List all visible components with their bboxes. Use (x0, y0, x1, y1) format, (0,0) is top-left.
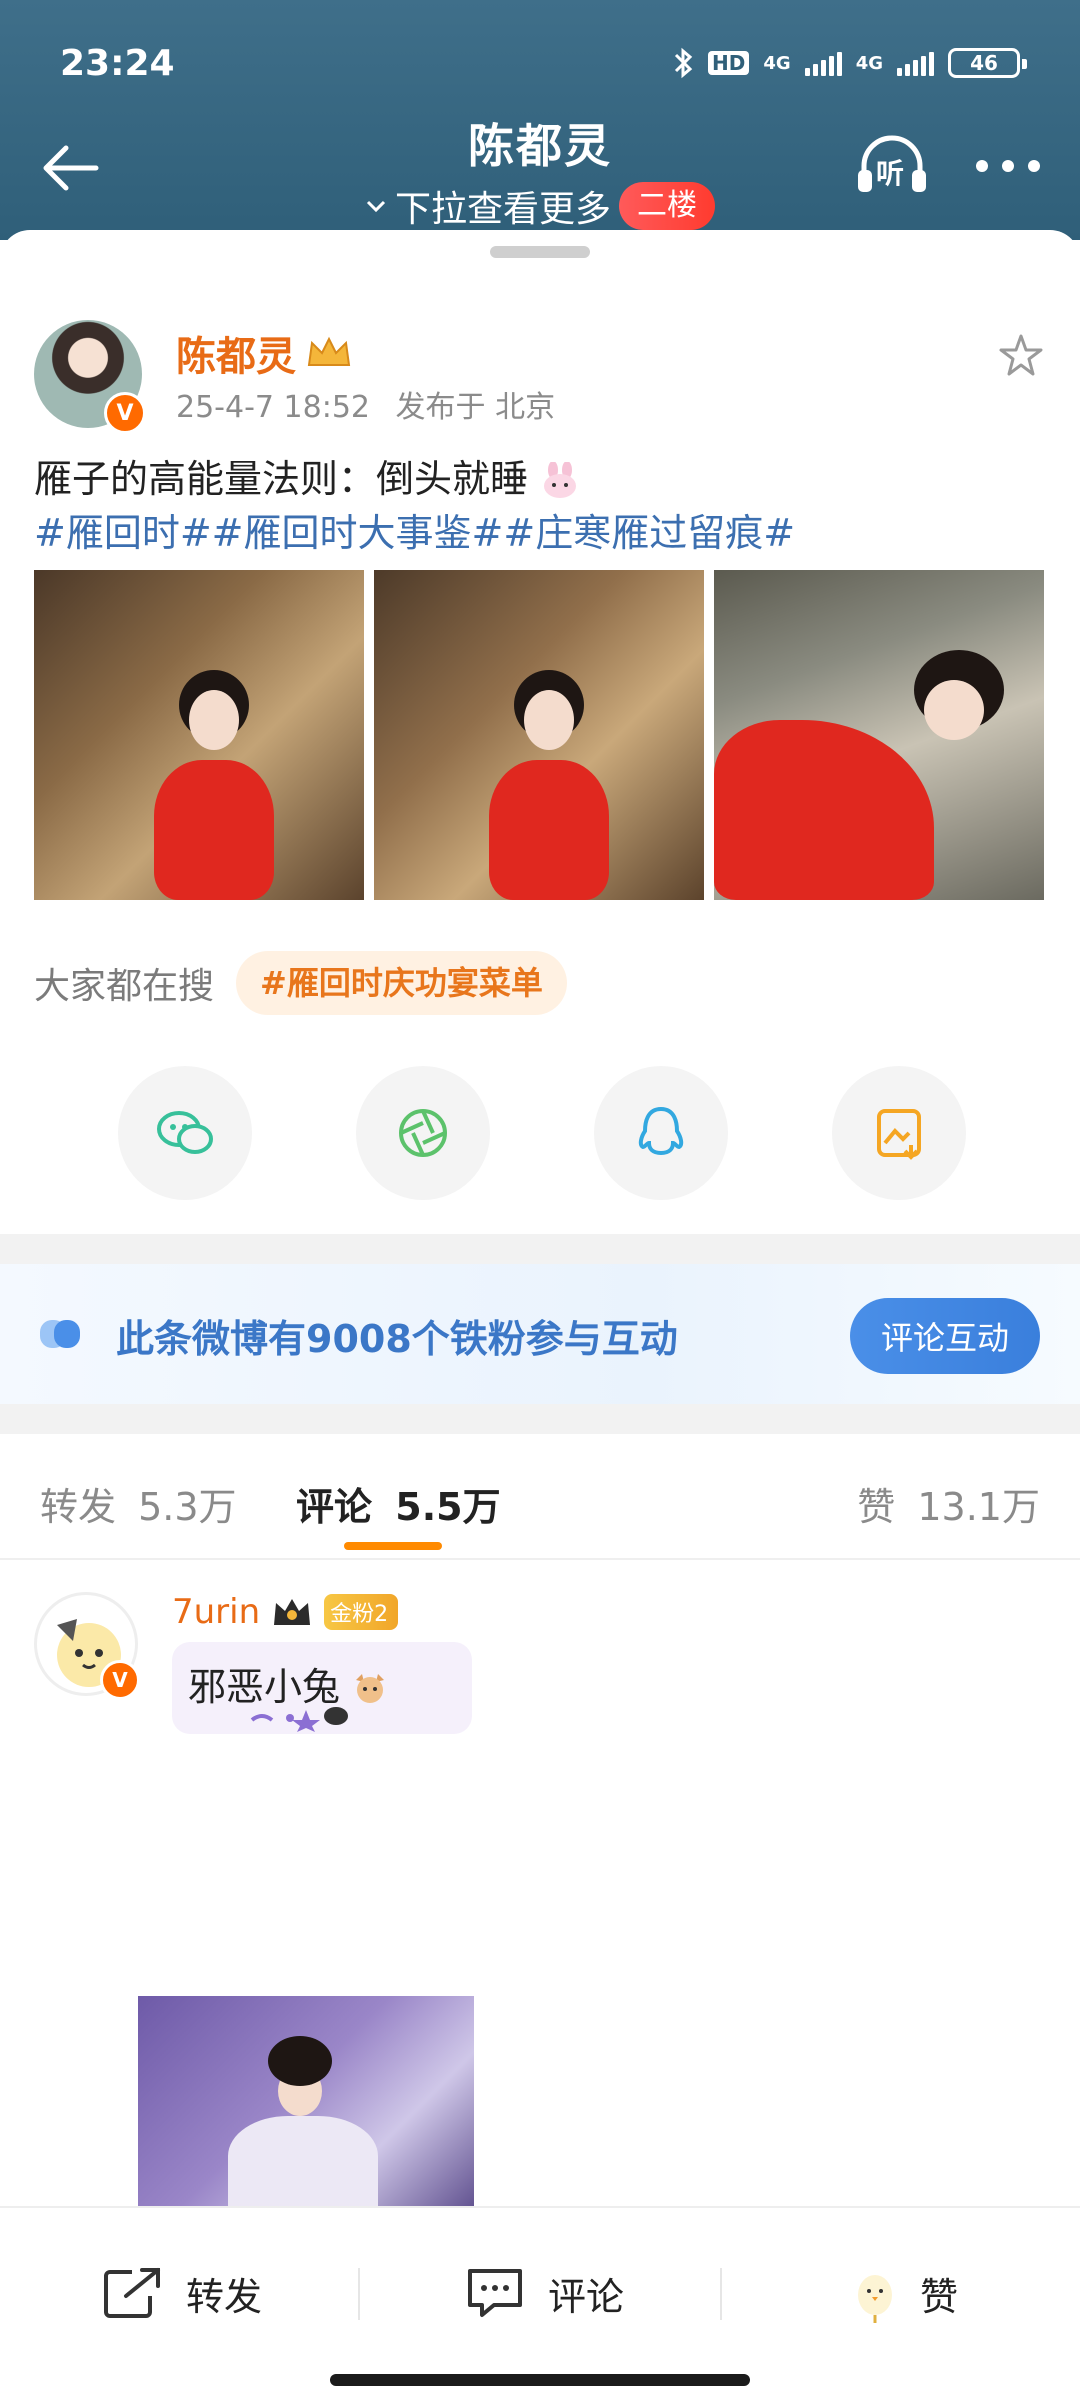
commenter-name[interactable]: 7urin (172, 1592, 260, 1632)
trending-search-row: 大家都在搜 #雁回时庆功宴菜单 (34, 948, 1046, 1018)
post-meta: 25-4-7 18:52 发布于 北京 (176, 382, 555, 426)
signal-icon-1 (804, 50, 842, 76)
author-name-row[interactable]: 陈都灵 (176, 324, 354, 382)
trending-topic-pill[interactable]: #雁回时庆功宴菜单 (236, 951, 567, 1015)
top-header: 23:24 HD 4G 4G 46 陈都灵 下拉查看更多 二楼 听 (0, 0, 1080, 240)
repost-label: 转发 (186, 2274, 263, 2319)
post-header: V 陈都灵 25-4-7 18:52 发布于 北京 (34, 320, 1046, 440)
save-image-icon (877, 1109, 921, 1160)
favorite-star-icon[interactable] (996, 330, 1046, 380)
comment-image[interactable] (138, 1996, 474, 2220)
share-qq-button[interactable] (594, 1066, 728, 1200)
post-text: 雁子的高能量法则：倒头就睡 (34, 457, 529, 501)
fans-icon (40, 1320, 80, 1348)
battery-icon: 46 (948, 48, 1027, 78)
bunny-emoji-icon (544, 462, 577, 498)
tab-comment[interactable]: 评论 5.5万 (296, 1476, 501, 1531)
divider (358, 2268, 360, 2320)
chevron-down-icon (366, 200, 386, 213)
status-time: 23:24 (60, 42, 175, 84)
crown-icon (274, 1599, 311, 1625)
interaction-tabs: 转发 5.3万 评论 5.5万 赞 13.1万 (0, 1434, 1080, 1560)
trending-label: 大家都在搜 (34, 966, 215, 1007)
content-sheet: V 陈都灵 25-4-7 18:52 发布于 北京 雁子的高能量法则：倒头就睡 … (0, 230, 1080, 2400)
post-photo[interactable] (714, 570, 1044, 900)
like-button[interactable]: 赞 (852, 2258, 958, 2328)
divider (720, 2268, 722, 2320)
comment-interact-button[interactable]: 评论互动 (850, 1298, 1040, 1374)
post-photo[interactable] (34, 570, 364, 900)
comment-label: 评论 (548, 2274, 625, 2319)
home-indicator[interactable] (330, 2374, 750, 2386)
fans-interaction-card: 此条微博有9008个铁粉参与互动 评论互动 (0, 1264, 1080, 1404)
crown-icon (307, 336, 351, 366)
share-row (118, 1066, 966, 1200)
verified-badge: V (104, 392, 146, 434)
tab-comment-label: 评论 (296, 1485, 373, 1529)
section-divider (0, 1234, 1080, 1264)
post-photo[interactable] (374, 570, 704, 900)
moments-icon (399, 1109, 447, 1157)
tab-repost-label: 转发 (40, 1485, 117, 1529)
comment-button[interactable]: 评论 (464, 2258, 624, 2328)
tab-like-count: 13.1万 (917, 1485, 1040, 1529)
bubble-decoration-icon (250, 1707, 348, 1732)
active-tab-indicator (344, 1542, 442, 1550)
share-wechat-button[interactable] (118, 1066, 252, 1200)
tab-repost[interactable]: 转发 5.3万 (40, 1476, 237, 1531)
qq-icon (638, 1106, 684, 1156)
tab-like-label: 赞 (857, 1485, 896, 1529)
network-label-1: 4G (763, 52, 791, 74)
listen-button[interactable]: 听 (852, 130, 932, 200)
share-moments-button[interactable] (356, 1066, 490, 1200)
cat-emoji-icon (356, 1674, 385, 1703)
fan-level-badge: 金粉2 (324, 1594, 399, 1630)
post-text-line: 雁子的高能量法则：倒头就睡 (34, 452, 1046, 506)
like-chick-icon (858, 2275, 892, 2323)
dot-icon (976, 160, 988, 172)
save-image-button[interactable] (832, 1066, 966, 1200)
bottom-action-bar: 转发 评论 赞 (0, 2206, 1080, 2400)
tab-repost-count: 5.3万 (138, 1485, 237, 1529)
signal-icon-2 (897, 50, 934, 76)
bluetooth-icon (674, 47, 693, 79)
network-label-2: 4G (855, 52, 883, 74)
hd-icon: HD (708, 51, 750, 75)
wechat-icon (157, 1111, 213, 1154)
commenter-name-row[interactable]: 7urin 金粉2 (172, 1592, 399, 1632)
post-location: 发布于 北京 (395, 390, 556, 425)
nav-bar: 陈都灵 下拉查看更多 二楼 听 (0, 110, 1080, 230)
listen-label: 听 (876, 157, 905, 190)
tab-comment-count: 5.5万 (395, 1485, 501, 1529)
fans-interaction-text: 此条微博有9008个铁粉参与互动 (116, 1317, 678, 1361)
section-divider (0, 1404, 1080, 1434)
status-bar: 23:24 HD 4G 4G 46 (60, 38, 1027, 88)
dot-icon (1002, 160, 1014, 172)
post-time: 25-4-7 18:52 (176, 390, 370, 425)
photo-gallery (34, 570, 1044, 900)
status-icons: HD 4G 4G 46 (672, 47, 1027, 79)
repost-icon (104, 2268, 160, 2318)
tab-like[interactable]: 赞 13.1万 (857, 1476, 1040, 1531)
like-label: 赞 (920, 2274, 959, 2319)
author-name[interactable]: 陈都灵 (176, 324, 296, 382)
dot-icon (1028, 160, 1040, 172)
drag-handle[interactable] (490, 246, 590, 258)
repost-button[interactable]: 转发 (102, 2258, 262, 2328)
commenter-verified-badge: V (100, 1660, 140, 1700)
post-body: 雁子的高能量法则：倒头就睡 #雁回时##雁回时大事鉴##庄寒雁过留痕# (34, 452, 1046, 560)
more-menu-button[interactable] (976, 146, 1046, 186)
comment-icon (468, 2269, 522, 2317)
pull-down-text: 下拉查看更多 (394, 189, 611, 230)
floor-badge[interactable]: 二楼 (619, 182, 715, 230)
post-hashtags[interactable]: #雁回时##雁回时大事鉴##庄寒雁过留痕# (34, 506, 1046, 560)
